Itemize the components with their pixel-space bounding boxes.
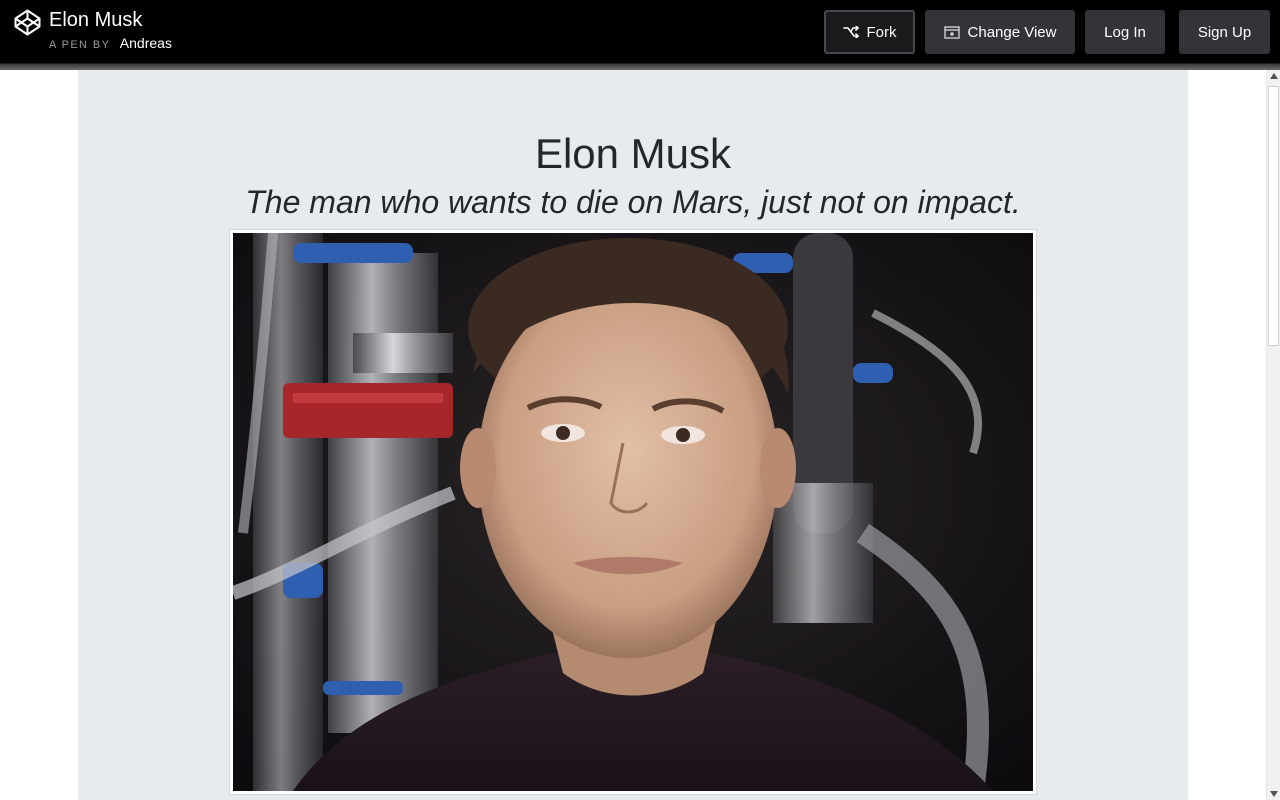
photo-frame <box>229 229 1037 795</box>
pen-byline: A PEN BY Andreas <box>49 35 172 53</box>
scrollbar-thumb[interactable] <box>1268 86 1279 346</box>
codepen-logo-icon[interactable] <box>14 9 41 36</box>
pen-preview-content: Elon Musk The man who wants to die on Ma… <box>78 70 1188 800</box>
author-link[interactable]: Andreas <box>120 35 172 51</box>
vertical-scrollbar[interactable] <box>1266 70 1280 800</box>
signup-button[interactable]: Sign Up <box>1179 10 1270 54</box>
scroll-down-arrow-icon[interactable] <box>1270 791 1278 797</box>
codepen-header: Elon Musk A PEN BY Andreas Fork Change V… <box>0 0 1280 64</box>
window-view-icon <box>943 25 960 39</box>
page-title: Elon Musk <box>534 130 732 177</box>
login-button[interactable]: Log In <box>1085 10 1165 54</box>
change-view-button[interactable]: Change View <box>925 10 1075 54</box>
fork-icon <box>842 26 859 38</box>
pen-title: Elon Musk <box>49 9 143 31</box>
portrait-photo <box>233 233 1033 791</box>
page-tagline: The man who wants to die on Mars, just n… <box>245 184 1021 220</box>
fork-button[interactable]: Fork <box>824 10 915 54</box>
fork-label: Fork <box>866 23 897 41</box>
scroll-up-arrow-icon[interactable] <box>1270 73 1278 79</box>
pen-by-label: A PEN BY <box>49 39 111 51</box>
change-view-label: Change View <box>967 23 1057 41</box>
